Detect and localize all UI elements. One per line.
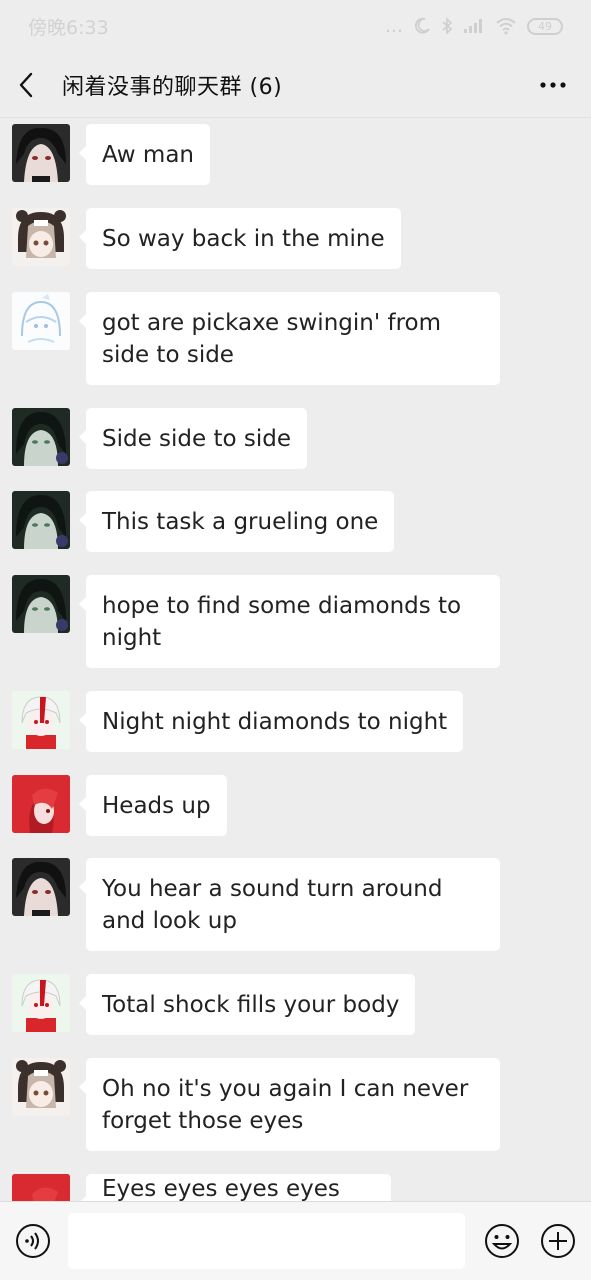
avatar-dark-green-hair[interactable] xyxy=(12,491,70,549)
avatar-bear-hood-girl[interactable] xyxy=(12,1058,70,1116)
message-bubble[interactable]: Total shock fills your body xyxy=(78,974,416,1035)
avatar-light-blue-sketch[interactable] xyxy=(12,292,70,350)
message-item: got are pickaxe swingin' from side to si… xyxy=(12,292,500,385)
message-bubble[interactable]: Oh no it's you again I can never forget … xyxy=(79,1058,500,1151)
wifi-icon xyxy=(496,18,516,35)
message-bubble[interactable]: Aw man xyxy=(79,124,210,185)
back-button[interactable] xyxy=(18,65,48,105)
message-list[interactable]: Aw man So way back in the mine got are p… xyxy=(0,118,591,1201)
message-text: This task a grueling one xyxy=(102,508,379,535)
avatar-red-hair[interactable] xyxy=(12,1174,70,1201)
message-text: Aw man xyxy=(102,141,194,168)
chevron-left-icon xyxy=(19,72,33,97)
emoji-button[interactable] xyxy=(483,1222,521,1260)
message-bubble[interactable]: hope to find some diamonds to night xyxy=(79,575,500,668)
message-text: Oh no it's you again I can never forget … xyxy=(102,1075,469,1134)
message-bubble[interactable]: So way back in the mine xyxy=(79,208,401,269)
message-text: Side side to side xyxy=(102,425,292,452)
message-item: hope to find some diamonds to night xyxy=(12,575,500,668)
more-button[interactable] xyxy=(533,65,573,105)
message-item: Heads up xyxy=(12,775,227,836)
message-text: So way back in the mine xyxy=(102,225,385,252)
message-bubble[interactable]: Side side to side xyxy=(78,408,308,469)
message-item: Eyes eyes eyes eyes eyes xyxy=(12,1174,391,1201)
status-bar: 傍晚6:33 ... 49 xyxy=(0,0,591,52)
message-text: You hear a sound turn around and look up xyxy=(102,875,443,934)
bluetooth-icon xyxy=(442,17,453,35)
message-bubble[interactable]: Heads up xyxy=(79,775,227,836)
message-item: So way back in the mine xyxy=(12,208,401,269)
battery-icon: 49 xyxy=(527,17,563,35)
message-bubble[interactable]: Night night diamonds to night xyxy=(78,691,464,752)
status-time: 傍晚6:33 xyxy=(28,16,109,39)
avatar-dark-hair-red-eyes[interactable] xyxy=(12,124,70,182)
input-bar xyxy=(0,1201,591,1280)
avatar-red-hair[interactable] xyxy=(12,775,70,833)
dots-icon: ... xyxy=(384,15,403,37)
avatar-dark-green-hair[interactable] xyxy=(12,408,70,466)
avatar-bear-hood-girl[interactable] xyxy=(12,208,70,266)
avatar-red-white-hair[interactable] xyxy=(12,974,70,1032)
voice-icon xyxy=(16,1224,50,1258)
message-bubble[interactable]: got are pickaxe swingin' from side to si… xyxy=(79,292,500,385)
message-item: Night night diamonds to night xyxy=(12,691,464,752)
message-item: Oh no it's you again I can never forget … xyxy=(12,1058,500,1151)
message-item: Aw man xyxy=(12,124,210,185)
message-bubble[interactable]: This task a grueling one xyxy=(78,491,395,552)
message-text: hope to find some diamonds to night xyxy=(102,592,462,651)
moon-icon xyxy=(414,17,430,34)
battery-level: 49 xyxy=(538,19,552,33)
signal-icon xyxy=(464,19,482,33)
voice-button[interactable] xyxy=(14,1222,52,1260)
more-dots-icon xyxy=(540,81,566,88)
chat-title: 闲着没事的聊天群 (6) xyxy=(62,74,283,100)
message-bubble[interactable]: You hear a sound turn around and look up xyxy=(79,858,500,951)
chat-header: 闲着没事的聊天群 (6) xyxy=(0,52,591,118)
avatar-red-white-hair[interactable] xyxy=(12,691,70,749)
message-text: Eyes eyes eyes eyes eyes xyxy=(102,1175,340,1202)
message-item: Side side to side xyxy=(12,408,308,469)
message-text: got are pickaxe swingin' from side to si… xyxy=(102,309,442,368)
message-text: Total shock fills your body xyxy=(102,991,400,1018)
message-item: Total shock fills your body xyxy=(12,974,416,1035)
message-text: Heads up xyxy=(102,792,211,819)
message-input[interactable] xyxy=(68,1213,465,1269)
message-bubble[interactable]: Eyes eyes eyes eyes eyes xyxy=(79,1174,391,1202)
message-item: You hear a sound turn around and look up xyxy=(12,858,500,951)
more-actions-button[interactable] xyxy=(539,1222,577,1260)
avatar-dark-green-hair[interactable] xyxy=(12,575,70,633)
message-item: This task a grueling one xyxy=(12,491,395,552)
status-icons: ... 49 xyxy=(385,15,563,37)
avatar-dark-hair-red-eyes[interactable] xyxy=(12,858,70,916)
message-text: Night night diamonds to night xyxy=(102,708,448,735)
smile-icon xyxy=(485,1224,519,1258)
plus-icon xyxy=(541,1224,575,1258)
